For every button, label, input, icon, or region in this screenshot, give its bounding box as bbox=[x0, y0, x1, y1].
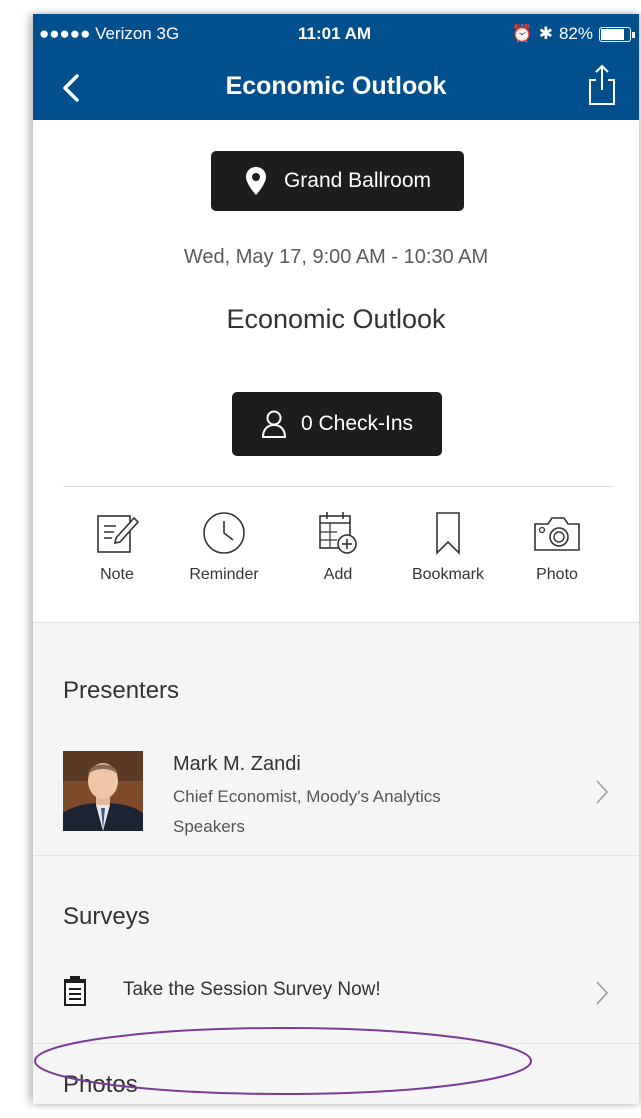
checkins-label: 0 Check-Ins bbox=[300, 412, 414, 435]
bluetooth-icon: ✱ bbox=[538, 24, 553, 43]
share-icon[interactable] bbox=[587, 62, 617, 106]
alarm-icon: ⏰ bbox=[511, 24, 533, 43]
bookmark-label: Bookmark bbox=[411, 566, 485, 583]
status-right: ⏰ ✱ 82% bbox=[511, 24, 635, 44]
section-divider bbox=[33, 1043, 639, 1044]
chevron-right-icon bbox=[596, 780, 609, 804]
surveys-heading: Surveys bbox=[63, 903, 150, 930]
status-time: 11:01 AM bbox=[298, 24, 372, 43]
battery-percent: 82% bbox=[558, 24, 593, 43]
section-divider bbox=[33, 855, 639, 856]
checkins-button[interactable]: 0 Check-Ins bbox=[232, 392, 442, 456]
clipboard-icon bbox=[64, 976, 86, 1006]
presenter-row[interactable]: Mark M. Zandi Chief Economist, Moody's A… bbox=[33, 741, 639, 841]
avatar bbox=[63, 751, 143, 831]
location-pin-icon bbox=[245, 167, 266, 195]
photo-action[interactable]: Photo bbox=[502, 502, 612, 584]
clock-icon bbox=[203, 512, 245, 554]
bookmark-action[interactable]: Bookmark bbox=[393, 502, 503, 584]
details-section: Presenters Mark M. Zandi Chief Economist… bbox=[33, 622, 639, 1104]
presenter-type: Speakers bbox=[173, 817, 245, 836]
battery-icon bbox=[599, 26, 635, 42]
add-label: Add bbox=[323, 566, 353, 583]
survey-label: Take the Session Survey Now! bbox=[123, 979, 381, 1000]
chevron-right-icon bbox=[596, 981, 609, 1005]
note-label: Note bbox=[100, 566, 134, 583]
presenters-heading: Presenters bbox=[63, 677, 180, 704]
presenter-name: Mark M. Zandi bbox=[173, 753, 301, 775]
reminder-label: Reminder bbox=[189, 566, 259, 583]
survey-row[interactable]: Take the Session Survey Now! bbox=[33, 963, 639, 1023]
note-action[interactable]: Note bbox=[62, 502, 172, 584]
status-bar: ●●●●● Verizon 3G 11:01 AM ⏰ ✱ 82% bbox=[33, 14, 639, 56]
presenter-role: Chief Economist, Moody's Analytics bbox=[173, 787, 441, 806]
session-datetime: Wed, May 17, 9:00 AM - 10:30 AM bbox=[183, 246, 489, 268]
note-icon bbox=[97, 515, 140, 553]
action-bar: Note Reminder Add Bookmark Photo bbox=[33, 502, 639, 622]
location-label: Grand Ballroom bbox=[283, 169, 432, 192]
photo-label: Photo bbox=[536, 566, 578, 583]
camera-icon bbox=[534, 517, 580, 551]
location-button[interactable]: Grand Ballroom bbox=[211, 151, 464, 211]
nav-bar: Economic Outlook bbox=[33, 56, 639, 120]
divider bbox=[63, 486, 613, 487]
add-action[interactable]: Add bbox=[283, 502, 393, 584]
person-icon bbox=[261, 410, 286, 438]
calendar-add-icon bbox=[319, 512, 357, 554]
bookmark-icon bbox=[436, 512, 460, 555]
phone-screen: ●●●●● Verizon 3G 11:01 AM ⏰ ✱ 82% Econom… bbox=[33, 14, 639, 1104]
reminder-action[interactable]: Reminder bbox=[169, 502, 279, 584]
carrier-label: ●●●●● Verizon 3G bbox=[39, 24, 180, 43]
session-title: Economic Outlook bbox=[226, 304, 446, 334]
page-title: Economic Outlook bbox=[225, 72, 447, 100]
photos-heading: Photos bbox=[63, 1071, 138, 1098]
